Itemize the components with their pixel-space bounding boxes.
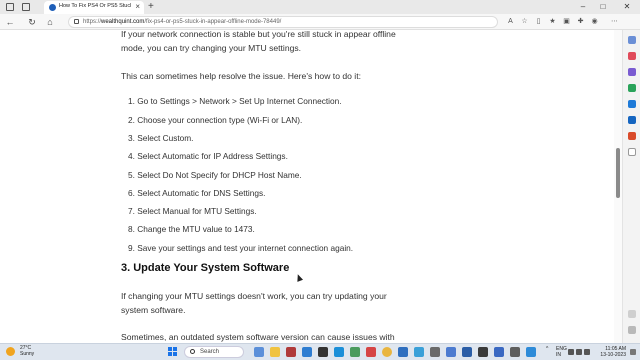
sun-icon[interactable] bbox=[6, 347, 15, 356]
workspaces-icon[interactable] bbox=[6, 3, 14, 11]
home-button[interactable]: ⌂ bbox=[44, 16, 56, 28]
active-tab[interactable]: How To Fix PS4 Or PS5 Stuck In Ap × bbox=[44, 1, 144, 14]
app-icon[interactable] bbox=[398, 347, 408, 357]
app-icon[interactable] bbox=[446, 347, 456, 357]
file-explorer-icon[interactable] bbox=[270, 347, 280, 357]
games-icon[interactable] bbox=[628, 84, 636, 92]
app-icon[interactable] bbox=[430, 347, 440, 357]
app-icon[interactable] bbox=[526, 347, 536, 357]
app-icon[interactable] bbox=[302, 347, 312, 357]
notification-icon[interactable] bbox=[630, 349, 636, 355]
url-path: /fix-ps4-or-ps5-stuck-in-appear-offline-… bbox=[144, 19, 282, 25]
app-icon[interactable] bbox=[350, 347, 360, 357]
start-windows-icon[interactable] bbox=[168, 347, 178, 357]
search-icon bbox=[190, 349, 195, 354]
tools-icon[interactable] bbox=[628, 68, 636, 76]
body-paragraph: If changing your MTU settings doesn't wo… bbox=[121, 291, 387, 315]
app-icon[interactable] bbox=[366, 347, 376, 357]
section-heading: 3. Update Your System Software bbox=[121, 262, 290, 274]
clock[interactable]: 11:05 AM 13-10-2023 bbox=[594, 346, 626, 358]
mouse-cursor-icon bbox=[294, 273, 304, 282]
url-prefix: https:// bbox=[83, 19, 102, 25]
chevron-up-icon[interactable]: ^ bbox=[546, 346, 548, 352]
list-item: 4. Select Automatic for IP Address Setti… bbox=[128, 151, 288, 161]
app-icon[interactable] bbox=[286, 347, 296, 357]
split-screen-icon[interactable]: ▯ bbox=[534, 17, 543, 26]
scrollbar-thumb[interactable] bbox=[616, 148, 620, 198]
app-icon[interactable] bbox=[414, 347, 424, 357]
back-button[interactable]: ← bbox=[4, 16, 16, 28]
close-window-button[interactable]: ✕ bbox=[620, 1, 634, 13]
settings-gear-icon[interactable] bbox=[628, 326, 636, 334]
address-bar[interactable]: https://wealthquint.com/fix-ps4-or-ps5-s… bbox=[68, 16, 498, 28]
chrome-icon[interactable] bbox=[382, 347, 392, 357]
url-text[interactable]: https://wealthquint.com/fix-ps4-or-ps5-s… bbox=[83, 18, 281, 27]
extensions-icon[interactable]: ✚ bbox=[576, 17, 585, 26]
sidebar-layout-icon[interactable] bbox=[628, 310, 636, 318]
minimize-button[interactable]: – bbox=[576, 1, 590, 13]
drop-icon[interactable] bbox=[628, 132, 636, 140]
taskbar-search-input[interactable]: Search bbox=[184, 346, 244, 358]
tab-actions-icon[interactable] bbox=[22, 3, 30, 11]
app-icon[interactable] bbox=[494, 347, 504, 357]
refresh-button[interactable]: ↻ bbox=[26, 16, 38, 28]
app-icon[interactable] bbox=[478, 347, 488, 357]
favorite-star-icon[interactable]: ☆ bbox=[520, 17, 529, 26]
task-view-icon[interactable] bbox=[254, 347, 264, 357]
favorites-icon[interactable]: ★ bbox=[548, 17, 557, 26]
maximize-button[interactable]: □ bbox=[596, 1, 610, 13]
navigation-bar: ← ↻ ⌂ https://wealthquint.com/fix-ps4-or… bbox=[0, 14, 640, 30]
list-item: 2. Choose your connection type (Wi-Fi or… bbox=[128, 115, 303, 125]
date: 13-10-2023 bbox=[600, 352, 626, 358]
tab-close-icon[interactable]: × bbox=[135, 2, 140, 12]
more-options-icon[interactable]: ⋯ bbox=[610, 17, 619, 26]
taskbar: 27°C Sunny Search ^ ENG IN 11:05 AM 13-1… bbox=[0, 343, 640, 360]
search-label: Search bbox=[200, 349, 220, 355]
list-item: 1. Go to Settings > Network > Set Up Int… bbox=[128, 96, 342, 106]
list-item: 7. Select Manual for MTU Settings. bbox=[128, 206, 257, 216]
list-item: 9. Save your settings and test your inte… bbox=[128, 243, 354, 253]
new-tab-button[interactable]: + bbox=[148, 1, 154, 13]
edge-browser-icon[interactable] bbox=[334, 347, 344, 357]
volume-icon[interactable] bbox=[576, 349, 582, 355]
article-content: If your network connection is stable but… bbox=[0, 30, 614, 343]
list-item: 8. Change the MTU value to 1473. bbox=[128, 224, 255, 234]
language-indicator[interactable]: ENG IN bbox=[556, 346, 567, 358]
list-item: 6. Select Automatic for DNS Settings. bbox=[128, 188, 266, 198]
intro-paragraph: If your network connection is stable but… bbox=[121, 30, 396, 53]
shopping-icon[interactable] bbox=[628, 52, 636, 60]
search-sidebar-icon[interactable] bbox=[628, 36, 636, 44]
app-icon[interactable] bbox=[318, 347, 328, 357]
weather-widget[interactable]: 27°C Sunny bbox=[20, 345, 34, 357]
app-icon[interactable] bbox=[462, 347, 472, 357]
list-item: 3. Select Custom. bbox=[128, 133, 194, 143]
list-item: 5. Select Do Not Specify for DHCP Host N… bbox=[128, 170, 302, 180]
outlook-icon[interactable] bbox=[628, 116, 636, 124]
battery-icon[interactable] bbox=[584, 349, 590, 355]
edge-sidebar bbox=[622, 30, 640, 343]
collections-icon[interactable]: ▣ bbox=[562, 17, 571, 26]
add-sidebar-icon[interactable] bbox=[628, 148, 636, 156]
url-domain: wealthquint.com bbox=[101, 19, 145, 25]
read-aloud-icon[interactable]: A bbox=[506, 17, 515, 26]
tab-title: How To Fix PS4 Or PS5 Stuck In Ap bbox=[59, 3, 131, 9]
app-icon[interactable] bbox=[510, 347, 520, 357]
lead-paragraph: This can sometimes help resolve the issu… bbox=[121, 71, 361, 81]
weather-condition: Sunny bbox=[20, 351, 35, 357]
profile-icon[interactable]: ◉ bbox=[590, 17, 599, 26]
tab-bar: How To Fix PS4 Or PS5 Stuck In Ap × + – … bbox=[0, 0, 640, 14]
microsoft-365-icon[interactable] bbox=[628, 100, 636, 108]
lock-icon[interactable] bbox=[74, 19, 79, 24]
region-code: IN bbox=[556, 352, 561, 358]
site-favicon-icon bbox=[49, 4, 56, 11]
body-paragraph-cut: Sometimes, an outdated system software v… bbox=[121, 332, 395, 342]
wifi-icon[interactable] bbox=[568, 349, 574, 355]
